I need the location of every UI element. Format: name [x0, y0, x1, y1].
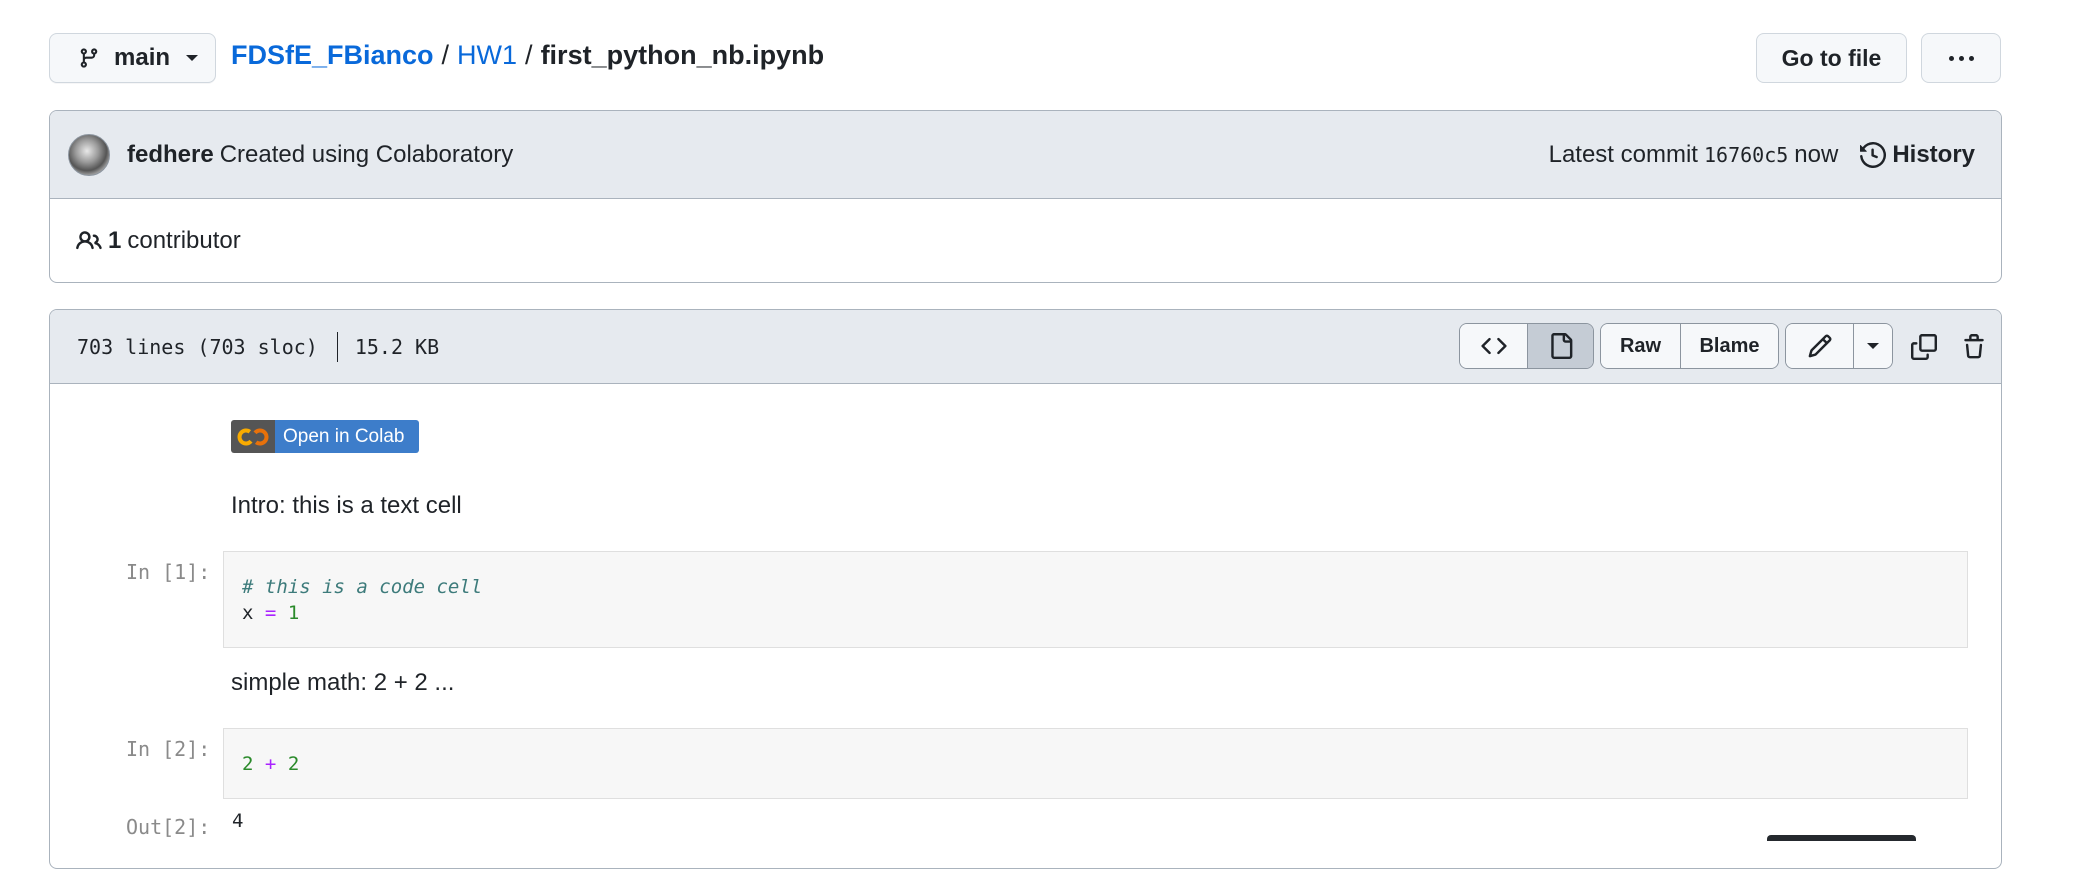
file-info: 703 lines (703 sloc) 15.2 KB — [77, 331, 440, 362]
history-label: History — [1892, 141, 1975, 168]
code-line: x = 1 — [242, 600, 1967, 626]
breadcrumb: FDSfE_FBianco / HW1 / first_python_nb.ip… — [231, 40, 824, 71]
go-to-file-button[interactable]: Go to file — [1756, 33, 1907, 83]
markdown-cell-intro: Intro: this is a text cell — [231, 492, 462, 519]
file-viewer: 703 lines (703 sloc) 15.2 KB Raw Blame O… — [49, 309, 2002, 869]
code-number: 2 — [242, 753, 254, 775]
latest-commit-label: Latest commit — [1548, 141, 1698, 168]
commit-time: now — [1794, 141, 1839, 168]
file-header: 703 lines (703 sloc) 15.2 KB Raw Blame — [50, 310, 2001, 384]
edit-file-button[interactable] — [1786, 324, 1853, 368]
more-options-button[interactable] — [1921, 33, 2001, 83]
commit-header: fedhere Created using Colaboratory Lates… — [50, 111, 2001, 199]
code-view-button[interactable] — [1460, 324, 1527, 368]
triangle-down-icon — [1867, 343, 1879, 349]
code-variable: x — [242, 602, 254, 624]
breadcrumb-repo-link[interactable]: FDSfE_FBianco — [231, 40, 434, 71]
code-operator: + — [264, 753, 277, 775]
colab-logo-icon — [231, 420, 275, 453]
file-line-count: 703 lines (703 sloc) — [77, 334, 318, 359]
commit-meta: Latest commit 16760c5 now History — [1549, 111, 1975, 199]
raw-blame-group: Raw Blame — [1600, 323, 1779, 369]
code-cell-1: # this is a code cell x = 1 — [223, 551, 1968, 648]
cell-input-prompt: In [1]: — [126, 560, 211, 584]
markdown-cell-math: simple math: 2 + 2 ... — [231, 669, 455, 696]
git-branch-icon — [80, 48, 98, 68]
view-mode-toggle — [1459, 323, 1594, 369]
cell-output-prompt: Out[2]: — [126, 815, 211, 839]
breadcrumb-separator: / — [441, 40, 450, 70]
raw-button[interactable]: Raw — [1601, 324, 1680, 368]
cell-output-value: 4 — [232, 810, 244, 832]
floating-toolbar-edge — [1767, 835, 1916, 841]
branch-name: main — [114, 44, 171, 71]
cell-input-prompt: In [2]: — [126, 737, 211, 761]
file-icon — [1550, 333, 1572, 359]
code-cell-2: 2 + 2 — [223, 728, 1968, 799]
history-icon — [1860, 142, 1887, 168]
blame-button[interactable]: Blame — [1680, 324, 1778, 368]
trash-icon — [1964, 334, 1984, 359]
file-size: 15.2 KB — [354, 334, 440, 359]
divider — [336, 331, 338, 362]
code-operator: = — [264, 602, 277, 624]
code-icon — [1480, 337, 1507, 355]
chevron-down-icon — [186, 55, 199, 61]
preview-view-button[interactable] — [1527, 324, 1593, 368]
edit-options-dropdown[interactable] — [1853, 324, 1892, 368]
commit-author-link[interactable]: fedhere — [127, 141, 214, 169]
blame-label: Blame — [1699, 334, 1760, 357]
code-number: 1 — [287, 602, 300, 624]
breadcrumb-file-name: first_python_nb.ipynb — [540, 40, 825, 70]
raw-label: Raw — [1619, 334, 1662, 357]
people-icon — [76, 231, 102, 250]
history-link[interactable]: History — [1860, 141, 1975, 169]
copy-icon — [1911, 334, 1937, 360]
commit-message-link[interactable]: Created using Colaboratory — [220, 141, 514, 169]
code-number: 2 — [287, 753, 300, 775]
contributors-count: 1 — [108, 227, 122, 254]
breadcrumb-separator: / — [525, 40, 533, 70]
code-line: 2 + 2 — [242, 751, 1967, 777]
pencil-icon — [1808, 334, 1832, 358]
breadcrumb-folder-link[interactable]: HW1 — [457, 40, 517, 71]
colab-badge-label: Open in Colab — [275, 420, 419, 453]
code-comment: # this is a code cell — [242, 576, 483, 598]
edit-group — [1785, 323, 1893, 369]
contributors-label: contributor — [127, 227, 241, 254]
contributors-link[interactable]: 1 contributor — [50, 199, 2001, 282]
copy-raw-button[interactable] — [1907, 330, 1941, 364]
branch-selector-button[interactable]: main — [49, 33, 216, 83]
open-in-colab-badge[interactable]: Open in Colab — [231, 420, 419, 453]
delete-file-button[interactable] — [1957, 330, 1991, 364]
commit-sha-link[interactable]: 16760c5 — [1704, 143, 1788, 167]
avatar[interactable] — [68, 133, 110, 176]
kebab-horizontal-icon — [1948, 55, 1974, 61]
latest-commit-box: fedhere Created using Colaboratory Lates… — [49, 110, 2002, 283]
